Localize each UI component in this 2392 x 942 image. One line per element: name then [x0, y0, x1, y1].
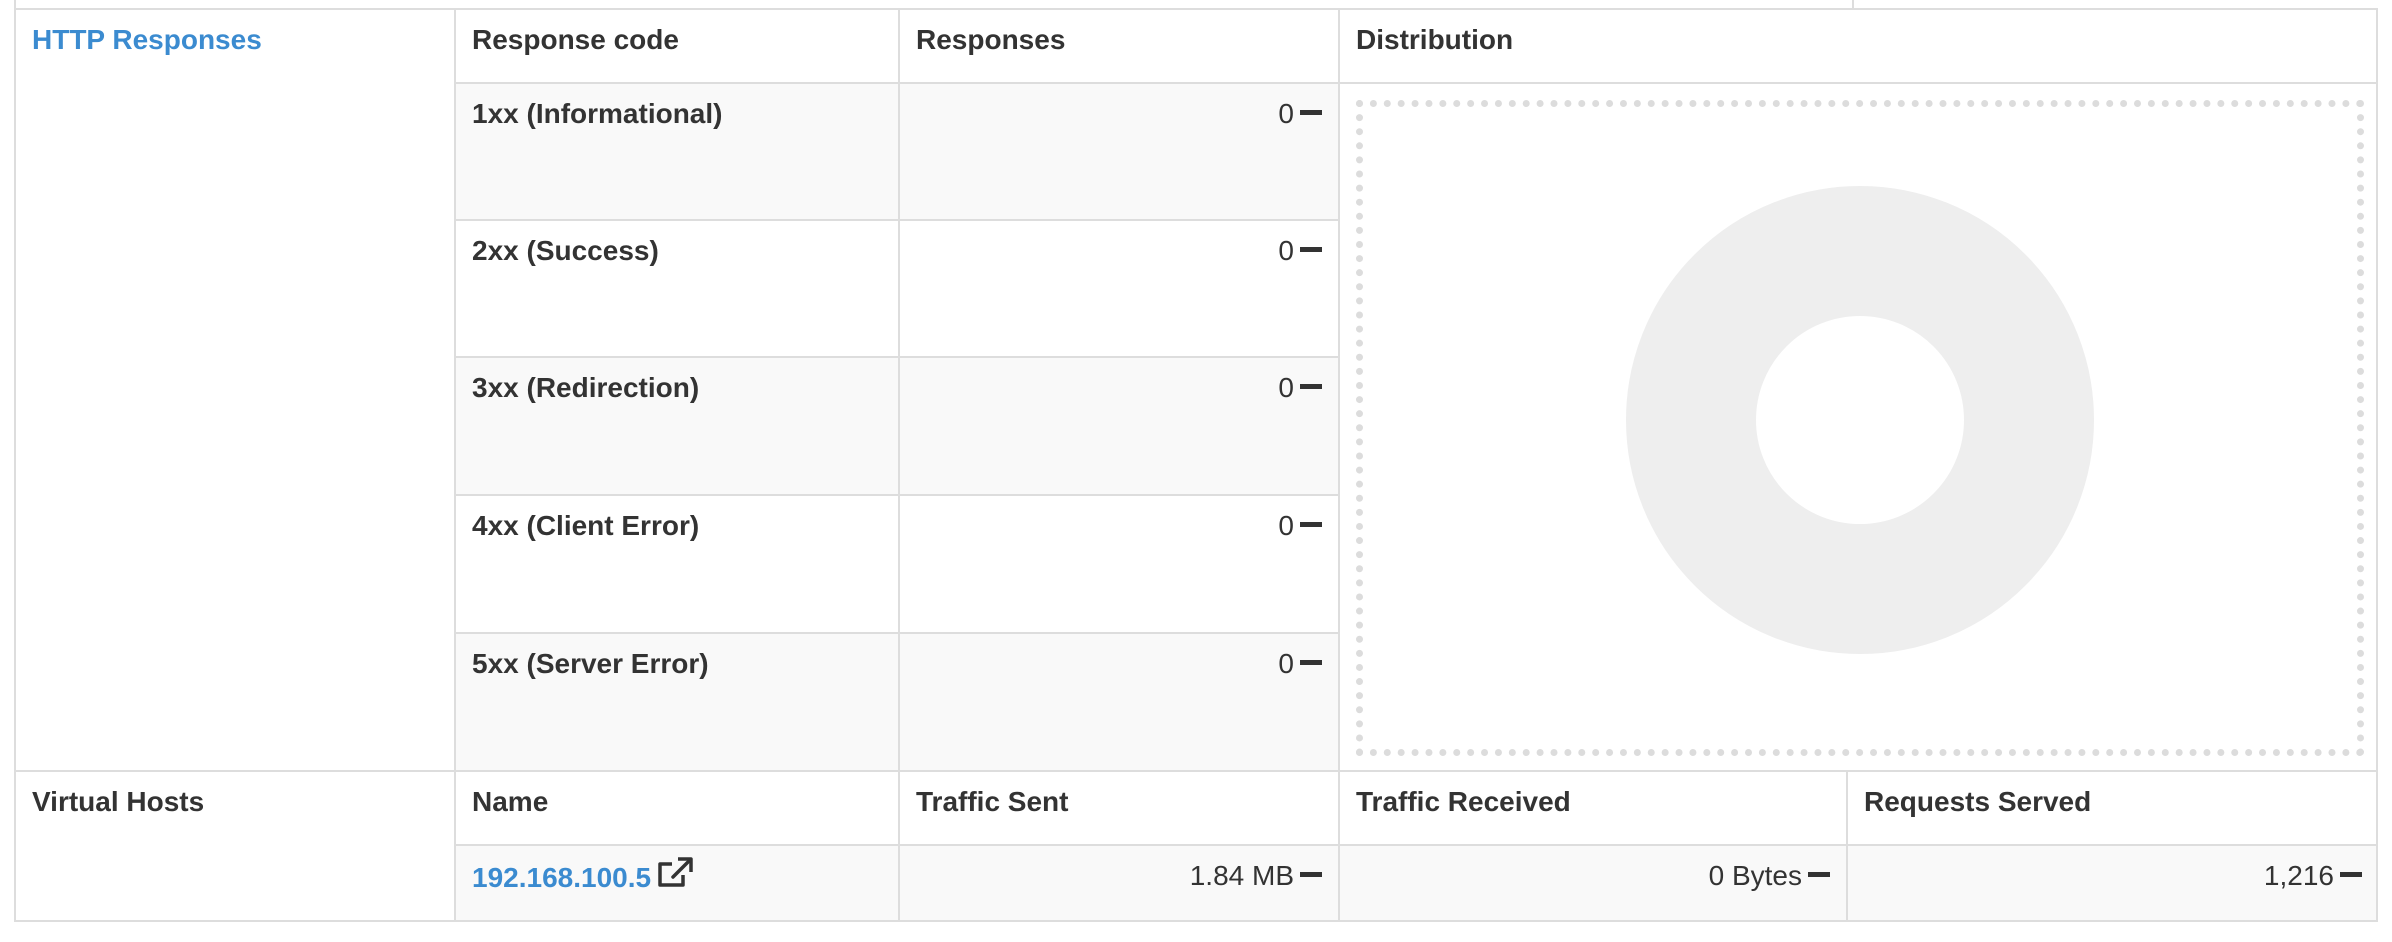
stats-table: HTTP Responses Response code Responses D… [14, 0, 2378, 922]
response-code-header: Response code [454, 8, 898, 82]
minus-icon [1300, 247, 1322, 253]
external-link-icon[interactable] [657, 857, 693, 896]
donut-ring [1626, 186, 2094, 654]
minus-icon [1300, 384, 1322, 390]
count-value: 0 [1278, 235, 1294, 266]
minus-icon [2340, 872, 2362, 878]
top-row-cell-right [1852, 0, 2378, 8]
traffic-sent-header: Traffic Sent [898, 770, 1338, 844]
requests-served-value: 1,216 [2263, 860, 2334, 891]
virtual-hosts-label-cell: Virtual Hosts [14, 770, 454, 920]
responses-count-5xx: 0 [898, 632, 1338, 770]
traffic-received-value: 0 Bytes [1708, 860, 1802, 891]
vhost-name-header: Name [454, 770, 898, 844]
distribution-cell [1338, 82, 2378, 770]
responses-count-3xx: 0 [898, 356, 1338, 494]
distribution-donut-chart [1626, 186, 2094, 654]
virtual-hosts-title: Virtual Hosts [32, 786, 205, 817]
responses-count-2xx: 0 [898, 219, 1338, 356]
responses-count-1xx: 0 [898, 82, 1338, 219]
response-code-4xx: 4xx (Client Error) [454, 494, 898, 632]
traffic-sent-cell: 1.84 MB [898, 844, 1338, 920]
http-responses-link[interactable]: HTTP Responses [32, 24, 262, 55]
traffic-received-cell: 0 Bytes [1338, 844, 1846, 920]
distribution-chart-frame [1356, 100, 2364, 756]
vhost-name-cell: 192.168.100.5 [454, 844, 898, 920]
table-right-border [2376, 8, 2378, 922]
minus-icon [1300, 522, 1322, 528]
response-code-5xx: 5xx (Server Error) [454, 632, 898, 770]
requests-served-cell: 1,216 [1846, 844, 2378, 920]
top-row-cell [14, 0, 1852, 8]
count-value: 0 [1278, 372, 1294, 403]
minus-icon [1808, 872, 1830, 878]
response-code-2xx: 2xx (Success) [454, 219, 898, 356]
response-code-1xx: 1xx (Informational) [454, 82, 898, 219]
count-value: 0 [1278, 98, 1294, 129]
traffic-received-header: Traffic Received [1338, 770, 1846, 844]
count-value: 0 [1278, 510, 1294, 541]
responses-count-4xx: 0 [898, 494, 1338, 632]
responses-header: Responses [898, 8, 1338, 82]
distribution-header: Distribution [1338, 8, 2378, 82]
minus-icon [1300, 660, 1322, 666]
minus-icon [1300, 110, 1322, 116]
count-value: 0 [1278, 648, 1294, 679]
traffic-sent-value: 1.84 MB [1189, 860, 1294, 891]
vhost-link[interactable]: 192.168.100.5 [472, 862, 651, 893]
http-responses-label-cell: HTTP Responses [14, 8, 454, 770]
response-code-3xx: 3xx (Redirection) [454, 356, 898, 494]
requests-served-header: Requests Served [1846, 770, 2378, 844]
minus-icon [1300, 872, 1322, 878]
table-bottom-border [14, 920, 2378, 922]
